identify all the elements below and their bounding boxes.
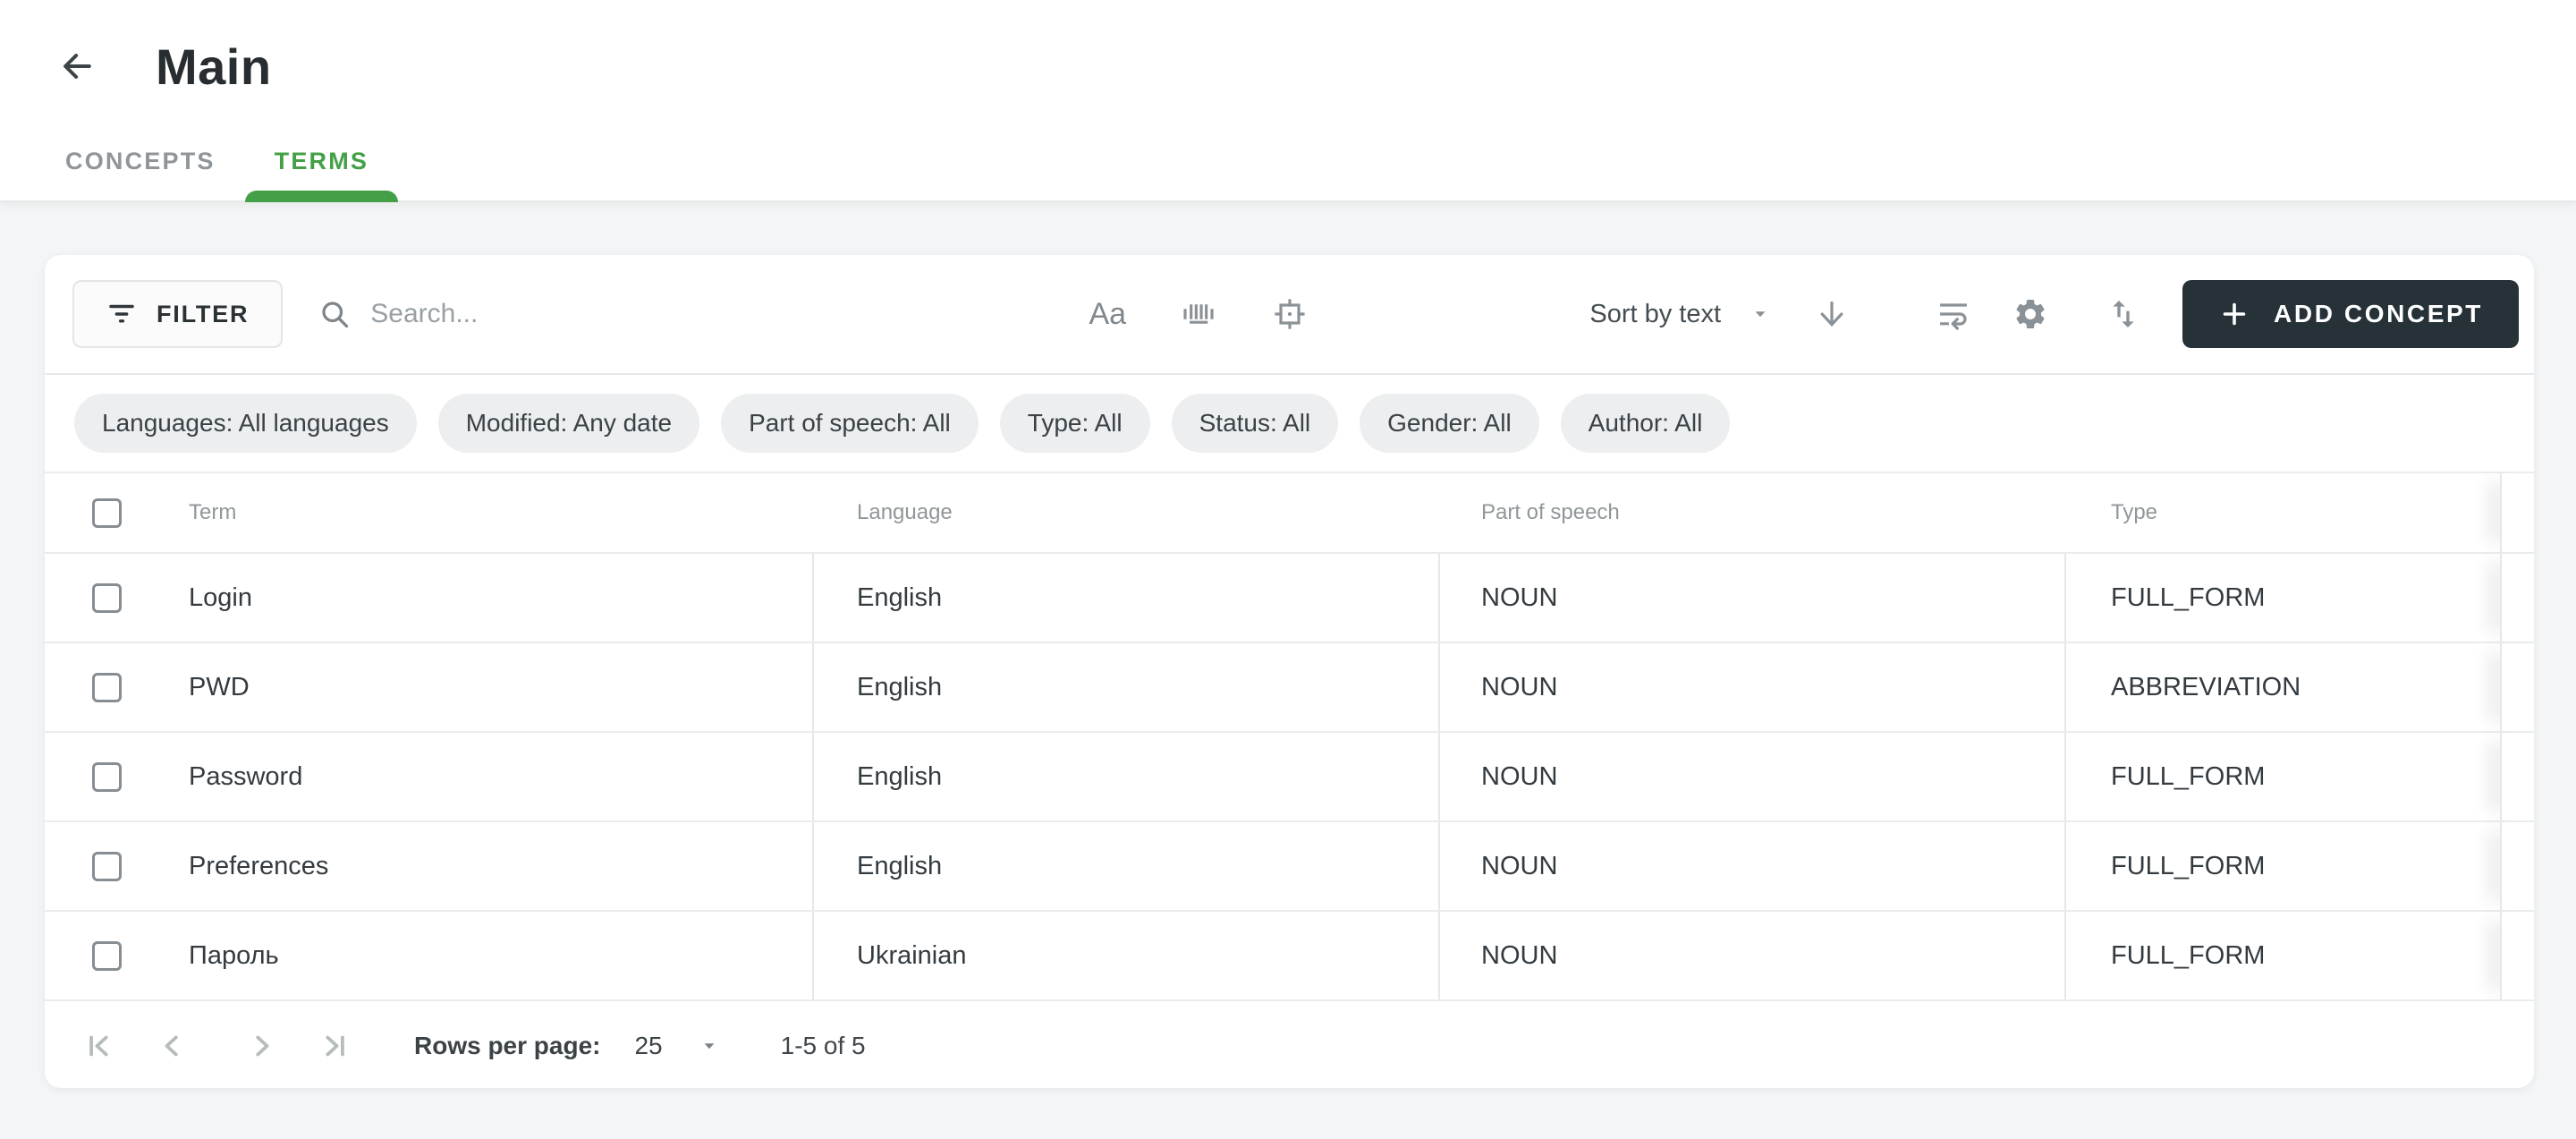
page-range-label: 1-5 of 5 <box>781 1032 866 1060</box>
filter-chip-languages[interactable]: Languages: All languages <box>74 394 417 453</box>
cell-part-of-speech: NOUN <box>1440 554 2066 642</box>
plus-icon <box>2218 298 2250 330</box>
filter-chip-status[interactable]: Status: All <box>1172 394 1339 453</box>
chevron-left-icon <box>155 1029 189 1063</box>
cell-type: ABBREVIATION <box>2066 643 2500 731</box>
filter-chips-row: Languages: All languages Modified: Any d… <box>45 375 2534 473</box>
filter-chip-gender[interactable]: Gender: All <box>1360 394 1539 453</box>
cell-term: Password <box>165 733 814 820</box>
search-icon <box>318 298 351 330</box>
cell-part-of-speech: NOUN <box>1440 643 2066 731</box>
toolbar: FILTER Aa <box>45 255 2534 375</box>
chevron-right-icon <box>245 1029 279 1063</box>
title-row: Main <box>55 30 2576 102</box>
first-page-button[interactable] <box>80 1028 116 1064</box>
table-row[interactable]: PWD English NOUN ABBREVIATION <box>45 643 2534 733</box>
toolbar-right: Sort by text <box>1589 280 2519 348</box>
pinned-column-spacer <box>2500 643 2534 731</box>
pinned-column-spacer <box>2500 473 2534 552</box>
row-checkbox[interactable] <box>92 673 122 702</box>
cell-language: English <box>814 733 1440 820</box>
cell-term: Пароль <box>165 912 814 999</box>
previous-page-button[interactable] <box>154 1028 190 1064</box>
cell-language: English <box>814 554 1440 642</box>
match-case-icon[interactable]: Aa <box>1088 294 1127 334</box>
wrap-text-button[interactable] <box>1934 294 1973 334</box>
table-row[interactable]: Пароль Ukrainian NOUN FULL_FORM <box>45 912 2534 1001</box>
pinned-column-spacer <box>2500 733 2534 820</box>
row-checkbox[interactable] <box>92 852 122 881</box>
row-checkbox[interactable] <box>92 583 122 613</box>
tab-concepts[interactable]: CONCEPTS <box>36 122 245 200</box>
cell-term: Login <box>165 554 814 642</box>
cell-type: FULL_FORM <box>2066 822 2500 910</box>
settings-button[interactable] <box>2011 294 2050 334</box>
pinned-column-spacer <box>2500 912 2534 999</box>
cell-term: Preferences <box>165 822 814 910</box>
search-input[interactable] <box>370 299 1050 329</box>
add-concept-label: ADD CONCEPT <box>2274 300 2483 328</box>
next-page-button[interactable] <box>244 1028 280 1064</box>
import-export-icon <box>2106 296 2141 332</box>
filter-chip-part-of-speech[interactable]: Part of speech: All <box>721 394 979 453</box>
cell-part-of-speech: NOUN <box>1440 912 2066 999</box>
cell-type: FULL_FORM <box>2066 554 2500 642</box>
barcode-icon[interactable] <box>1179 294 1218 334</box>
row-checkbox[interactable] <box>92 941 122 971</box>
gear-icon <box>2012 296 2048 332</box>
table-row[interactable]: Password English NOUN FULL_FORM <box>45 733 2534 822</box>
dropdown-caret-icon <box>1741 294 1780 334</box>
page-header: Main CONCEPTS TERMS <box>0 0 2576 202</box>
terms-table: Term Language Part of speech Type Login … <box>45 473 2534 1003</box>
filter-chip-modified[interactable]: Modified: Any date <box>438 394 699 453</box>
rows-per-page-value[interactable]: 25 <box>634 1032 662 1060</box>
cell-language: English <box>814 643 1440 731</box>
arrow-down-icon <box>1814 296 1850 332</box>
column-header-part-of-speech: Part of speech <box>1440 473 2066 552</box>
sort-by-label: Sort by text <box>1589 300 1721 329</box>
pagination-bar: Rows per page: 25 1-5 of 5 <box>45 1003 2534 1088</box>
column-header-language: Language <box>814 473 1440 552</box>
pinned-column-spacer <box>2500 822 2534 910</box>
cell-type: FULL_FORM <box>2066 733 2500 820</box>
cell-term: PWD <box>165 643 814 731</box>
pinned-column-spacer <box>2500 554 2534 642</box>
cell-language: Ukrainian <box>814 912 1440 999</box>
first-page-icon <box>81 1029 115 1063</box>
search-option-icons: Aa <box>1088 294 1309 334</box>
table-header-row: Term Language Part of speech Type <box>45 473 2534 554</box>
add-concept-button[interactable]: ADD CONCEPT <box>2182 280 2519 348</box>
filter-chip-author[interactable]: Author: All <box>1561 394 1731 453</box>
back-button[interactable] <box>55 45 98 88</box>
sort-direction-button[interactable] <box>1812 294 1852 334</box>
viewfinder-icon[interactable] <box>1270 294 1309 334</box>
sort-by-select[interactable]: Sort by text <box>1589 294 1780 334</box>
import-export-button[interactable] <box>2104 294 2143 334</box>
tabs-bar: CONCEPTS TERMS <box>36 122 2576 200</box>
tab-terms[interactable]: TERMS <box>245 122 399 200</box>
column-header-type: Type <box>2066 473 2500 552</box>
last-page-icon <box>318 1029 352 1063</box>
wrap-text-icon <box>1936 296 1971 332</box>
filter-chip-type[interactable]: Type: All <box>1000 394 1150 453</box>
terms-card: FILTER Aa <box>45 255 2534 1088</box>
cell-part-of-speech: NOUN <box>1440 733 2066 820</box>
page-title: Main <box>156 38 272 96</box>
filter-button-label: FILTER <box>157 301 249 328</box>
rows-per-page-label: Rows per page: <box>414 1032 600 1060</box>
select-all-checkbox[interactable] <box>92 498 122 528</box>
cell-part-of-speech: NOUN <box>1440 822 2066 910</box>
table-row[interactable]: Preferences English NOUN FULL_FORM <box>45 822 2534 912</box>
arrow-left-icon <box>57 47 97 86</box>
filter-icon <box>106 299 137 329</box>
column-header-term: Term <box>165 473 814 552</box>
rows-per-page-caret-icon[interactable] <box>690 1026 729 1066</box>
table-row[interactable]: Login English NOUN FULL_FORM <box>45 554 2534 643</box>
cell-type: FULL_FORM <box>2066 912 2500 999</box>
filter-button[interactable]: FILTER <box>72 280 283 348</box>
search-box <box>318 298 1088 330</box>
row-checkbox[interactable] <box>92 762 122 792</box>
cell-language: English <box>814 822 1440 910</box>
last-page-button[interactable] <box>318 1028 353 1064</box>
